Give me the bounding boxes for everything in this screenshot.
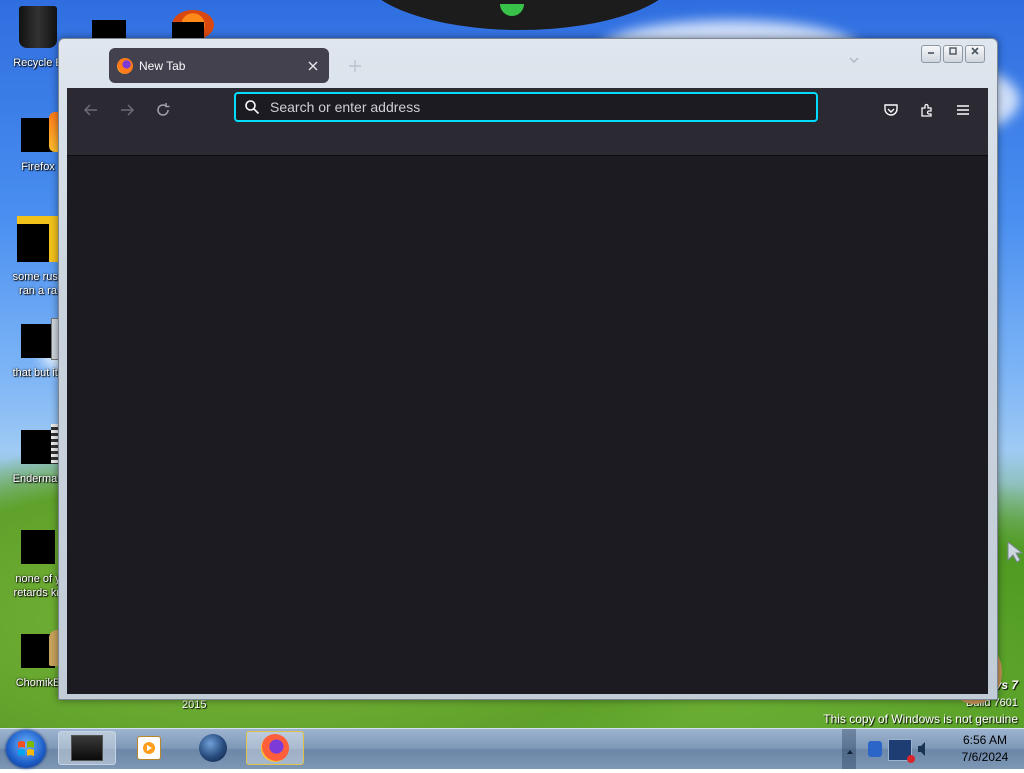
app-icon [21,522,69,566]
mouse-cursor-icon [1007,540,1024,563]
back-button[interactable] [79,98,103,122]
forward-button[interactable] [115,98,139,122]
reload-button[interactable] [151,98,175,122]
media-player-icon [137,736,161,760]
close-tab-icon[interactable] [303,56,323,76]
clock-time[interactable]: 6:56 AM [950,733,1020,747]
taskbar-item-firefox[interactable] [246,731,304,765]
desktop-icon-clipped[interactable] [92,20,126,40]
genuine-notice: This copy of Windows is not genuine [823,712,1018,726]
extensions-button[interactable] [915,98,939,122]
forward-arrow-icon [121,104,135,116]
document-icon [17,216,59,262]
volume-icon[interactable] [916,739,930,759]
address-input[interactable] [268,98,816,116]
tab-new-tab[interactable]: New Tab [109,48,329,83]
address-bar[interactable] [234,92,818,122]
network-icon[interactable] [888,739,915,763]
firefox-icon [117,57,133,74]
pocket-button[interactable] [879,98,903,122]
search-icon [245,100,260,115]
tab-title: New Tab [139,58,186,73]
year-label: 2015 [182,699,207,711]
taskbar-item-globe[interactable] [184,731,242,765]
document-icon [21,424,65,464]
windows-logo-icon [18,741,34,756]
new-tab-button[interactable] [345,53,365,77]
navigation-toolbar [67,88,988,156]
clock-date[interactable]: 7/6/2024 [950,750,1020,764]
maximize-button[interactable] [943,45,963,63]
page-content[interactable] [67,156,988,694]
taskbar [0,728,1024,769]
list-all-tabs-icon[interactable] [849,55,859,66]
firefox-icon [21,112,65,152]
taskbar-item-media-player[interactable] [120,731,178,765]
recycle-bin-icon [19,6,57,48]
firefox-icon [261,734,289,762]
terminal-icon [71,735,103,761]
folder-icon [21,318,65,360]
close-window-button[interactable] [965,45,985,63]
firefox-window[interactable]: New Tab [58,38,998,700]
globe-icon [199,734,227,762]
reload-icon [157,103,170,116]
puzzle-icon [921,103,932,117]
app-menu-button[interactable] [951,98,975,122]
start-button[interactable] [6,730,46,768]
hamburger-menu-icon [957,105,969,115]
show-hidden-icons-button[interactable] [846,743,854,761]
hamster-icon [21,630,65,668]
tray-app-icon[interactable] [868,741,882,757]
back-arrow-icon [83,104,97,116]
minimize-button[interactable] [921,45,941,63]
taskbar-item-terminal[interactable] [58,731,116,765]
pocket-icon [884,104,898,116]
